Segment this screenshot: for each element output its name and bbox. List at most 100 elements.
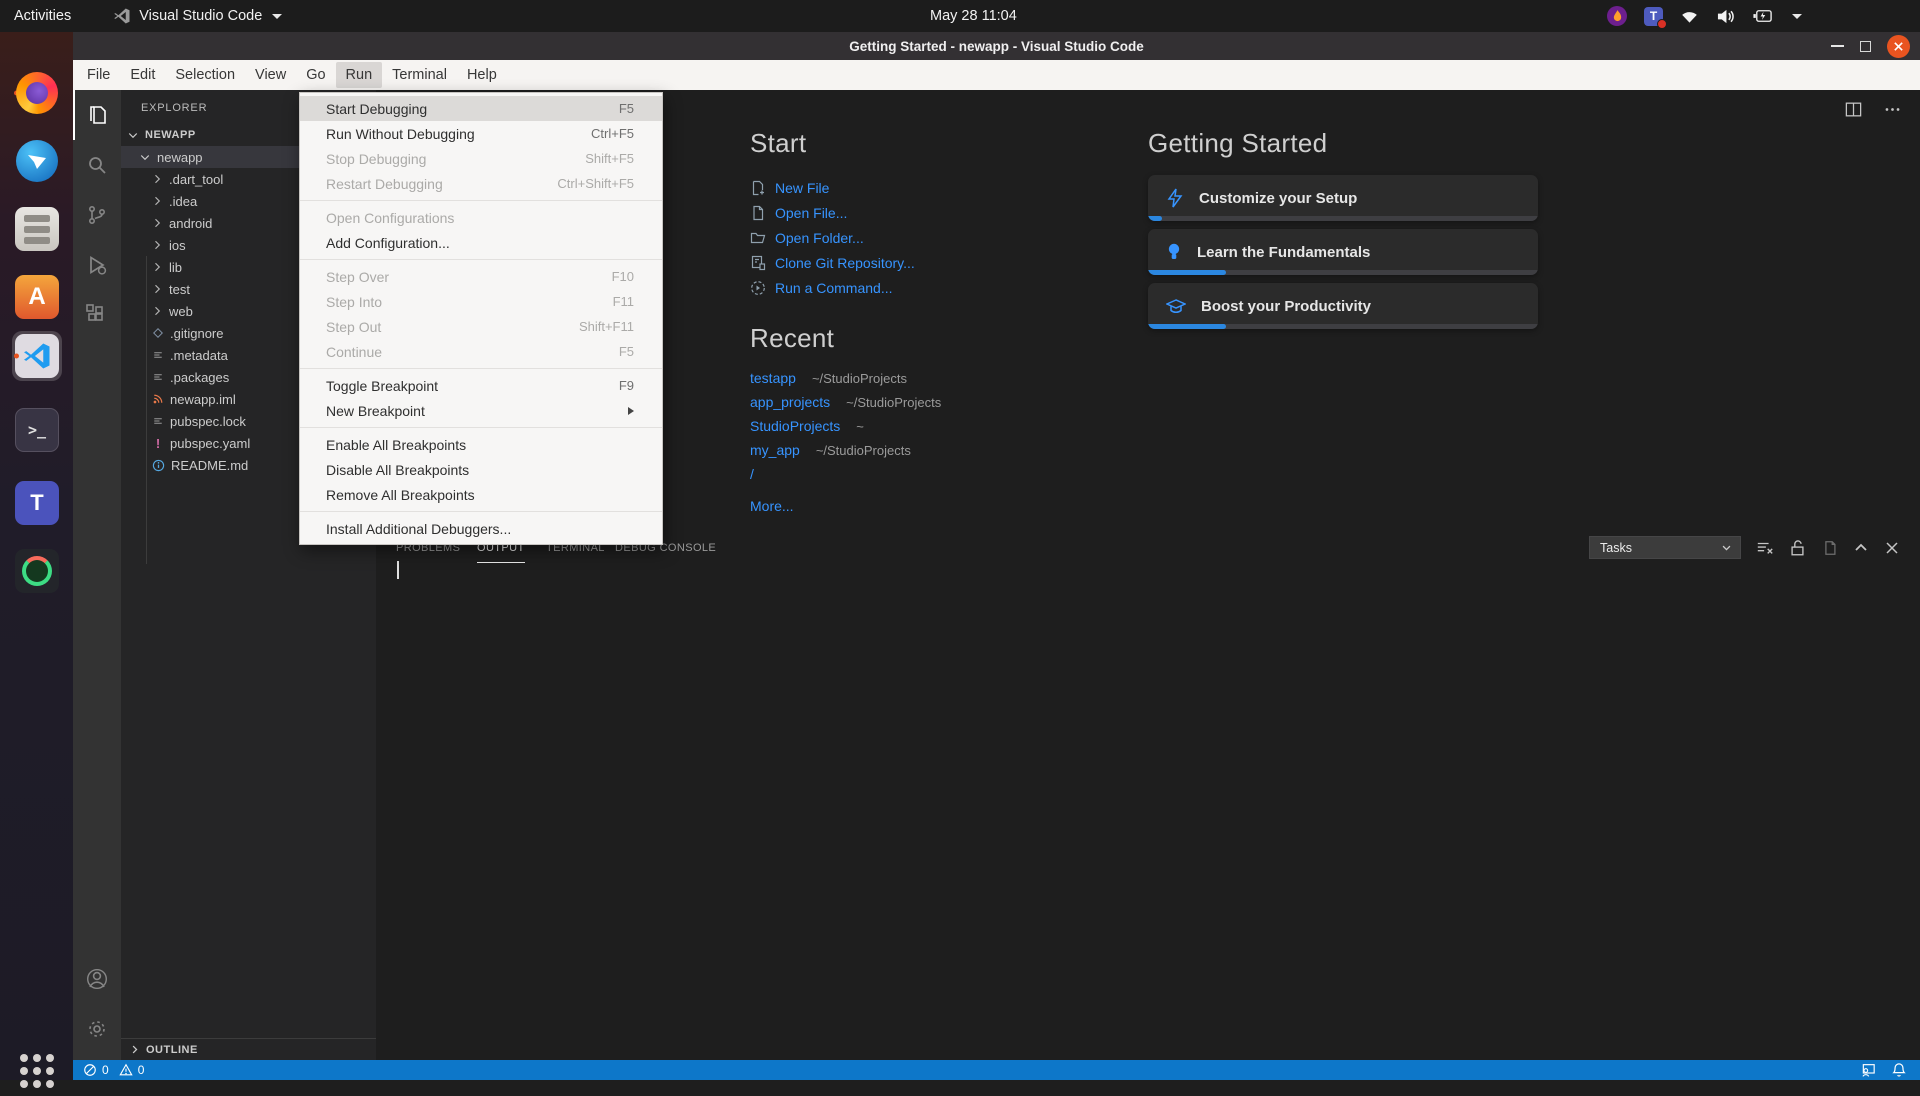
menu-item-start-debugging[interactable]: Start DebuggingF5	[300, 96, 662, 121]
recent-item[interactable]: my_app~/StudioProjects	[750, 442, 1120, 466]
problems-status[interactable]: 0 0	[73, 1063, 144, 1077]
start-section: Start New File Open File... Open Folder.…	[750, 128, 1120, 300]
menu-bar: File Edit Selection View Go Run Terminal…	[73, 60, 1920, 90]
menu-edit[interactable]: Edit	[120, 62, 165, 88]
move-panel-icon[interactable]	[1821, 539, 1838, 557]
close-panel-icon[interactable]	[1884, 540, 1900, 556]
getting-started-section: Getting Started Customize your Setup Lea…	[1148, 128, 1548, 337]
wifi-icon[interactable]	[1680, 9, 1699, 24]
git-file-icon	[152, 327, 164, 339]
chevron-down-icon[interactable]	[1792, 14, 1802, 19]
menu-help[interactable]: Help	[457, 62, 507, 88]
walkthrough-card-boost-productivity[interactable]: Boost your Productivity	[1148, 283, 1538, 329]
show-applications-button[interactable]	[12, 1046, 62, 1096]
recent-item[interactable]: StudioProjects~	[750, 418, 1120, 442]
accounts-button[interactable]	[73, 954, 121, 1004]
dock-item-files[interactable]	[12, 204, 62, 254]
maximize-panel-icon[interactable]	[1853, 540, 1869, 556]
activity-source-control[interactable]	[73, 190, 121, 240]
menu-selection[interactable]: Selection	[165, 62, 245, 88]
chevron-right-icon	[151, 217, 163, 229]
menu-file[interactable]: File	[77, 62, 120, 88]
getting-started-heading: Getting Started	[1148, 128, 1548, 159]
walkthrough-card-customize-setup[interactable]: Customize your Setup	[1148, 175, 1538, 221]
activity-run-debug[interactable]	[73, 240, 121, 290]
activity-extensions[interactable]	[73, 290, 121, 340]
dock-item-teams[interactable]: T	[12, 478, 62, 528]
vscode-icon	[15, 334, 59, 378]
close-button[interactable]	[1887, 35, 1910, 58]
menu-item-remove-all-breakpoints[interactable]: Remove All Breakpoints	[300, 482, 662, 507]
battery-icon[interactable]	[1752, 9, 1773, 23]
dock-item-terminal[interactable]: >_	[12, 405, 62, 455]
bell-icon[interactable]	[1892, 1062, 1906, 1078]
clock-button[interactable]: May 28 11:04	[930, 0, 1017, 32]
minimize-button[interactable]	[1831, 45, 1844, 47]
chevron-right-icon	[129, 1044, 140, 1055]
dock-item-android-studio[interactable]	[12, 546, 62, 596]
chevron-right-icon	[151, 261, 163, 273]
dock-item-thunderbird[interactable]	[12, 136, 62, 186]
menu-item-toggle-breakpoint[interactable]: Toggle BreakpointF9	[300, 373, 662, 398]
title-bar[interactable]: Getting Started - newapp - Visual Studio…	[73, 32, 1920, 60]
editor-actions	[1844, 100, 1902, 119]
settings-button[interactable]	[73, 1004, 121, 1054]
clear-output-icon[interactable]	[1756, 539, 1774, 557]
walkthrough-card-learn-fundamentals[interactable]: Learn the Fundamentals	[1148, 229, 1538, 275]
tasks-dropdown[interactable]: Tasks	[1589, 536, 1741, 559]
menu-view[interactable]: View	[245, 62, 296, 88]
gear-icon	[85, 1017, 109, 1041]
menu-item-stop-debugging: Stop DebuggingShift+F5	[300, 146, 662, 171]
unlock-icon[interactable]	[1789, 539, 1806, 557]
chevron-down-icon	[139, 151, 151, 163]
menu-item-enable-all-breakpoints[interactable]: Enable All Breakpoints	[300, 432, 662, 457]
open-file-link[interactable]: Open File...	[750, 200, 1120, 225]
new-file-link[interactable]: New File	[750, 175, 1120, 200]
progress-track	[1148, 270, 1538, 275]
status-bar: 0 0	[73, 1060, 1920, 1080]
thunderbird-icon	[16, 140, 58, 182]
chevron-down-icon	[127, 129, 139, 141]
menu-item-step-over: Step OverF10	[300, 264, 662, 289]
menu-item-install-additional-debuggers[interactable]: Install Additional Debuggers...	[300, 516, 662, 541]
menu-item-add-configuration[interactable]: Add Configuration...	[300, 230, 662, 255]
dock-item-firefox[interactable]	[12, 68, 62, 118]
activities-button[interactable]: Activities	[0, 0, 85, 32]
menu-separator	[300, 368, 662, 369]
recent-item[interactable]: /	[750, 466, 1120, 490]
menu-run[interactable]: Run	[336, 62, 383, 88]
submenu-arrow-icon	[628, 407, 634, 415]
recent-section: Recent testapp~/StudioProjects app_proje…	[750, 323, 1120, 514]
recent-more-link[interactable]: More...	[750, 498, 1120, 514]
split-editor-icon[interactable]	[1844, 100, 1863, 119]
dock-item-ubuntu-software[interactable]: A	[12, 272, 62, 322]
recent-item[interactable]: app_projects~/StudioProjects	[750, 394, 1120, 418]
recent-item[interactable]: testapp~/StudioProjects	[750, 370, 1120, 394]
run-debug-icon	[85, 253, 109, 277]
restore-button[interactable]	[1860, 41, 1871, 52]
system-tray[interactable]: T	[1607, 0, 1802, 32]
open-folder-link[interactable]: Open Folder...	[750, 225, 1120, 250]
yaml-file-icon: !	[152, 436, 164, 451]
menu-item-disable-all-breakpoints[interactable]: Disable All Breakpoints	[300, 457, 662, 482]
chevron-right-icon	[151, 173, 163, 185]
ubuntu-dock: A >_ T	[0, 32, 73, 1080]
run-a-command-link[interactable]: Run a Command...	[750, 275, 1120, 300]
activity-search[interactable]	[73, 140, 121, 190]
dock-item-vscode[interactable]	[12, 331, 62, 381]
menu-item-new-breakpoint[interactable]: New Breakpoint	[300, 398, 662, 423]
feedback-icon[interactable]	[1859, 1063, 1876, 1078]
menu-item-run-without-debugging[interactable]: Run Without DebuggingCtrl+F5	[300, 121, 662, 146]
activity-explorer[interactable]	[73, 90, 121, 140]
menu-terminal[interactable]: Terminal	[382, 62, 457, 88]
menu-go[interactable]: Go	[296, 62, 335, 88]
app-menu-button[interactable]: Visual Studio Code	[113, 7, 282, 25]
app-indicator-icon[interactable]	[1607, 6, 1627, 26]
teams-indicator-icon[interactable]: T	[1644, 7, 1663, 26]
volume-icon[interactable]	[1716, 8, 1735, 25]
more-actions-icon[interactable]	[1883, 100, 1902, 119]
console-cursor[interactable]	[397, 561, 399, 579]
app-menu-label: Visual Studio Code	[139, 8, 262, 24]
clone-git-repository-link[interactable]: Clone Git Repository...	[750, 250, 1120, 275]
outline-section-header[interactable]: OUTLINE	[121, 1038, 376, 1060]
